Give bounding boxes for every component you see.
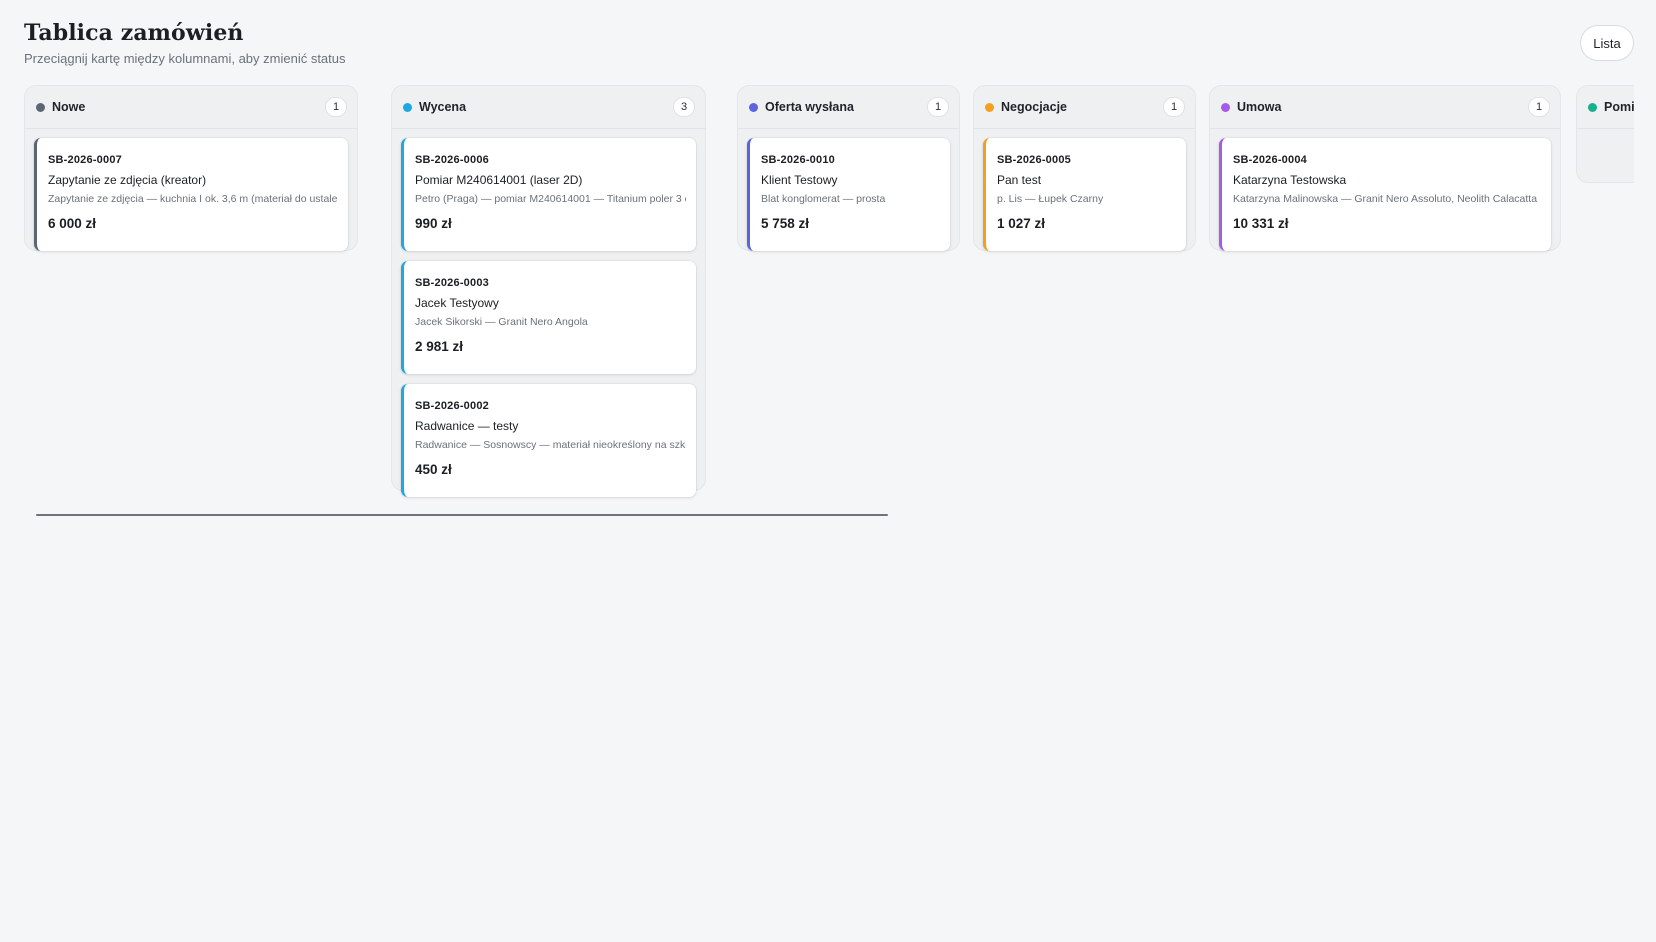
order-card[interactable]: SB-2026-0005 Pan test p. Lis — Łupek Cza…	[983, 138, 1186, 251]
column-cards: SB-2026-0010 Klient Testowy Blat konglom…	[738, 129, 959, 259]
column-oferta-wyslana: Oferta wysłana 1 SB-2026-0010 Klient Tes…	[737, 85, 960, 251]
column-header: Oferta wysłana 1	[738, 86, 959, 129]
order-amount: 1 027 zł	[997, 216, 1046, 231]
order-card[interactable]: SB-2026-0007 Zapytanie ze zdjęcia (kreat…	[34, 138, 348, 251]
column-header: Negocjacje 1	[974, 86, 1195, 129]
order-amount: 10 331 zł	[1233, 216, 1289, 231]
column-header: Pomia	[1577, 86, 1634, 129]
order-id: SB-2026-0007	[48, 154, 122, 166]
list-view-button[interactable]: Lista	[1580, 25, 1634, 61]
column-count-badge: 1	[325, 97, 347, 117]
page-header: Tablica zamówień Przeciągnij kartę międz…	[24, 20, 346, 66]
order-card[interactable]: SB-2026-0004 Katarzyna Testowska Katarzy…	[1219, 138, 1551, 251]
column-header: Umowa 1	[1210, 86, 1560, 129]
column-header: Wycena 3	[392, 86, 705, 129]
order-title: Katarzyna Testowska	[1233, 173, 1347, 187]
column-pomiar: Pomia	[1576, 85, 1634, 183]
order-id: SB-2026-0004	[1233, 154, 1307, 166]
order-description: Zapytanie ze zdjęcia — kuchnia I ok. 3,6…	[48, 193, 338, 205]
order-id: SB-2026-0010	[761, 154, 835, 166]
column-title: Nowe	[52, 100, 86, 114]
status-dot-icon	[36, 102, 45, 112]
order-title: Radwanice — testy	[415, 419, 519, 433]
order-id: SB-2026-0005	[997, 154, 1071, 166]
column-cards: SB-2026-0007 Zapytanie ze zdjęcia (kreat…	[25, 129, 357, 259]
column-umowa: Umowa 1 SB-2026-0004 Katarzyna Testowska…	[1209, 85, 1561, 251]
column-title: Wycena	[419, 100, 467, 114]
order-description: p. Lis — Łupek Czarny	[997, 193, 1104, 205]
order-card[interactable]: SB-2026-0002 Radwanice — testy Radwanice…	[401, 384, 696, 497]
board-horizontal-scrollbar[interactable]	[36, 514, 888, 516]
column-negocjacje: Negocjacje 1 SB-2026-0005 Pan test p. Li…	[973, 85, 1196, 251]
order-title: Zapytanie ze zdjęcia (kreator)	[48, 173, 207, 187]
orders-board-page: Tablica zamówień Przeciągnij kartę międz…	[0, 0, 1656, 942]
column-count-badge: 1	[1528, 97, 1550, 117]
order-amount: 2 981 zł	[415, 339, 464, 354]
order-description: Blat konglomerat — prosta	[761, 193, 886, 205]
column-title: Oferta wysłana	[765, 100, 854, 114]
order-card[interactable]: SB-2026-0010 Klient Testowy Blat konglom…	[747, 138, 950, 251]
order-title: Klient Testowy	[761, 173, 838, 187]
column-cards: SB-2026-0005 Pan test p. Lis — Łupek Cza…	[974, 129, 1195, 259]
order-description: Jacek Sikorski — Granit Nero Angola	[415, 316, 588, 328]
order-description: Katarzyna Malinowska — Granit Nero Assol…	[1233, 193, 1538, 205]
order-amount: 450 zł	[415, 462, 452, 477]
order-id: SB-2026-0006	[415, 154, 489, 166]
order-description: Petro (Praga) — pomiar M240614001 — Tita…	[415, 193, 686, 205]
status-dot-icon	[985, 102, 994, 112]
kanban-board: Nowe 1 SB-2026-0007 Zapytanie ze zdjęcia…	[24, 85, 1634, 525]
column-cards: SB-2026-0004 Katarzyna Testowska Katarzy…	[1210, 129, 1560, 259]
column-title: Pomia	[1604, 100, 1634, 114]
order-id: SB-2026-0003	[415, 277, 489, 289]
column-wycena: Wycena 3 SB-2026-0006 Pomiar M240614001 …	[391, 85, 706, 497]
status-dot-icon	[749, 102, 758, 112]
column-count-badge: 1	[1163, 97, 1185, 117]
status-dot-icon	[1588, 102, 1597, 112]
column-count-badge: 3	[673, 97, 695, 117]
order-card[interactable]: SB-2026-0003 Jacek Testyowy Jacek Sikors…	[401, 261, 696, 374]
order-id: SB-2026-0002	[415, 400, 489, 412]
page-title: Tablica zamówień	[24, 20, 244, 46]
column-header: Nowe 1	[25, 86, 357, 129]
order-amount: 6 000 zł	[48, 216, 97, 231]
column-cards: SB-2026-0006 Pomiar M240614001 (laser 2D…	[392, 129, 705, 505]
order-title: Pomiar M240614001 (laser 2D)	[415, 173, 583, 187]
status-dot-icon	[1221, 102, 1230, 112]
status-dot-icon	[403, 102, 412, 112]
order-title: Pan test	[997, 173, 1042, 187]
order-description: Radwanice — Sosnowscy — materiał nieokre…	[415, 439, 686, 451]
order-card[interactable]: SB-2026-0006 Pomiar M240614001 (laser 2D…	[401, 138, 696, 251]
order-amount: 990 zł	[415, 216, 452, 231]
column-title: Umowa	[1237, 100, 1282, 114]
page-subtitle: Przeciągnij kartę między kolumnami, aby …	[24, 51, 346, 66]
column-title: Negocjacje	[1001, 100, 1068, 114]
column-count-badge: 1	[927, 97, 949, 117]
order-amount: 5 758 zł	[761, 216, 810, 231]
column-nowe: Nowe 1 SB-2026-0007 Zapytanie ze zdjęcia…	[24, 85, 358, 251]
order-title: Jacek Testyowy	[415, 296, 499, 310]
